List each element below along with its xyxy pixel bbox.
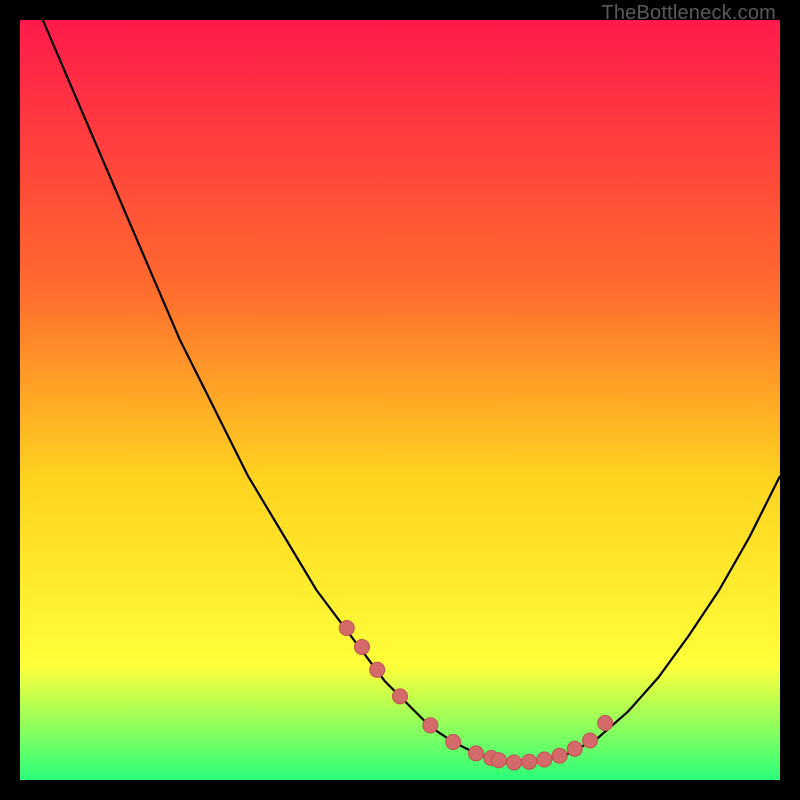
marker-point: [552, 748, 567, 763]
chart-frame: [20, 20, 780, 780]
marker-point: [507, 755, 522, 770]
marker-point: [537, 752, 552, 767]
marker-point: [339, 621, 354, 636]
marker-point: [393, 689, 408, 704]
marker-point: [491, 753, 506, 768]
marker-point: [469, 746, 484, 761]
marker-point: [355, 640, 370, 655]
marker-point: [370, 662, 385, 677]
marker-point: [583, 733, 598, 748]
marker-point: [598, 716, 613, 731]
bottleneck-chart: [20, 20, 780, 780]
marker-point: [446, 735, 461, 750]
marker-point: [522, 754, 537, 769]
marker-point: [567, 741, 582, 756]
marker-point: [423, 718, 438, 733]
